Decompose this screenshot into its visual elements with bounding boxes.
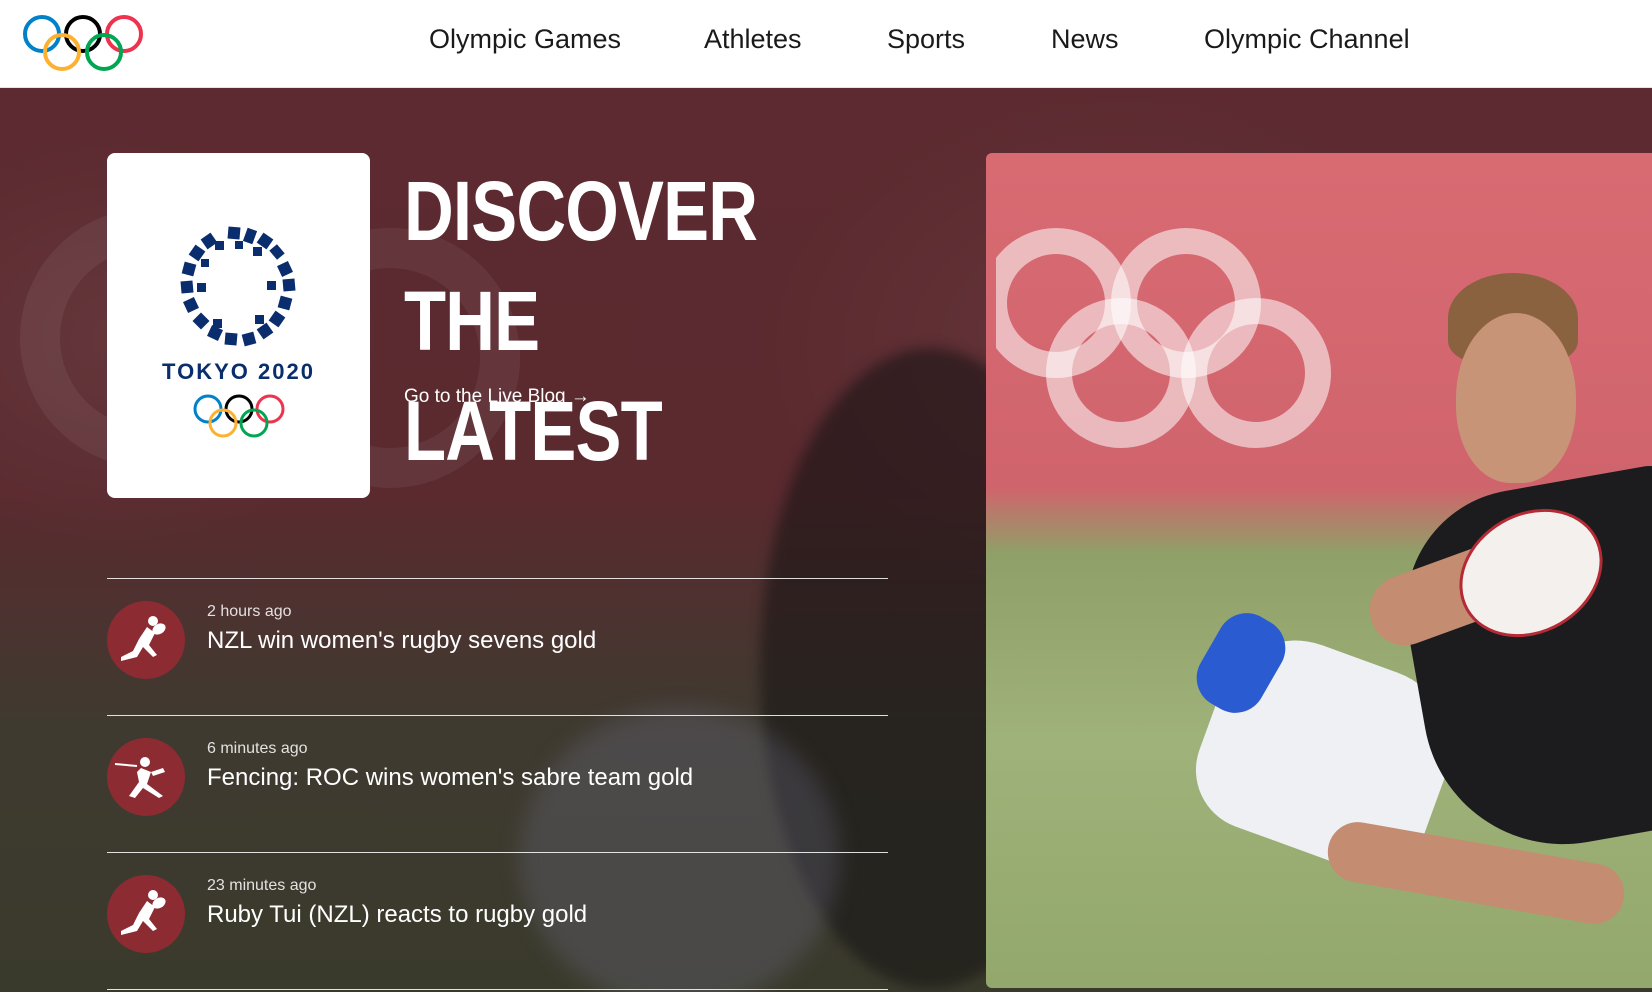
nav-sports[interactable]: Sports [887, 24, 965, 55]
nav-olympic-games[interactable]: Olympic Games [429, 24, 621, 55]
tokyo-2020-emblem-icon [180, 226, 296, 347]
feed-timestamp: 6 minutes ago [207, 740, 308, 757]
feed-timestamp: 23 minutes ago [207, 877, 317, 894]
headline-line-1: DISCOVER THE [404, 164, 758, 368]
tokyo-2020-label: TOKYO 2020 [162, 359, 315, 384]
athlete-head [1456, 313, 1576, 483]
feed-headline: NZL win women's rugby sevens gold [207, 627, 597, 654]
nav-athletes[interactable]: Athletes [704, 24, 802, 55]
feed-headline: Fencing: ROC wins women's sabre team gol… [207, 764, 694, 791]
fencing-icon [107, 738, 185, 816]
feed-item[interactable]: 6 minutes ago Fencing: ROC wins women's … [107, 715, 888, 852]
olympic-rings-backdrop [996, 228, 1331, 448]
featured-rugby-photo[interactable] [986, 153, 1652, 988]
nav-news[interactable]: News [1051, 24, 1119, 55]
olympic-rings-icon [193, 394, 285, 438]
feed-timestamp: 2 hours ago [207, 603, 292, 620]
feed-item[interactable]: 23 minutes ago Ruby Tui (NZL) reacts to … [107, 852, 888, 989]
rugby-icon [107, 875, 185, 953]
live-blog-link[interactable]: Go to the Live Blog → [404, 386, 590, 408]
feed-item[interactable]: 2 hours ago NZL win women's rugby sevens… [107, 578, 888, 715]
rugby-icon [107, 601, 185, 679]
feed-headline: Ruby Tui (NZL) reacts to rugby gold [207, 901, 588, 928]
hero-headline: DISCOVER THE LATEST [404, 156, 814, 486]
tokyo-2020-card[interactable]: TOKYO 2020 [107, 153, 370, 498]
feed-divider [107, 989, 888, 990]
main-nav: Olympic Games Athletes Sports News Olymp… [0, 0, 1652, 88]
hero-section: TOKYO 2020 DISCOVER THE LATEST Go to the… [0, 88, 1652, 992]
nav-olympic-channel[interactable]: Olympic Channel [1204, 24, 1410, 55]
news-feed: 2 hours ago NZL win women's rugby sevens… [107, 578, 888, 990]
top-navigation-bar: Olympic Games Athletes Sports News Olymp… [0, 0, 1652, 88]
